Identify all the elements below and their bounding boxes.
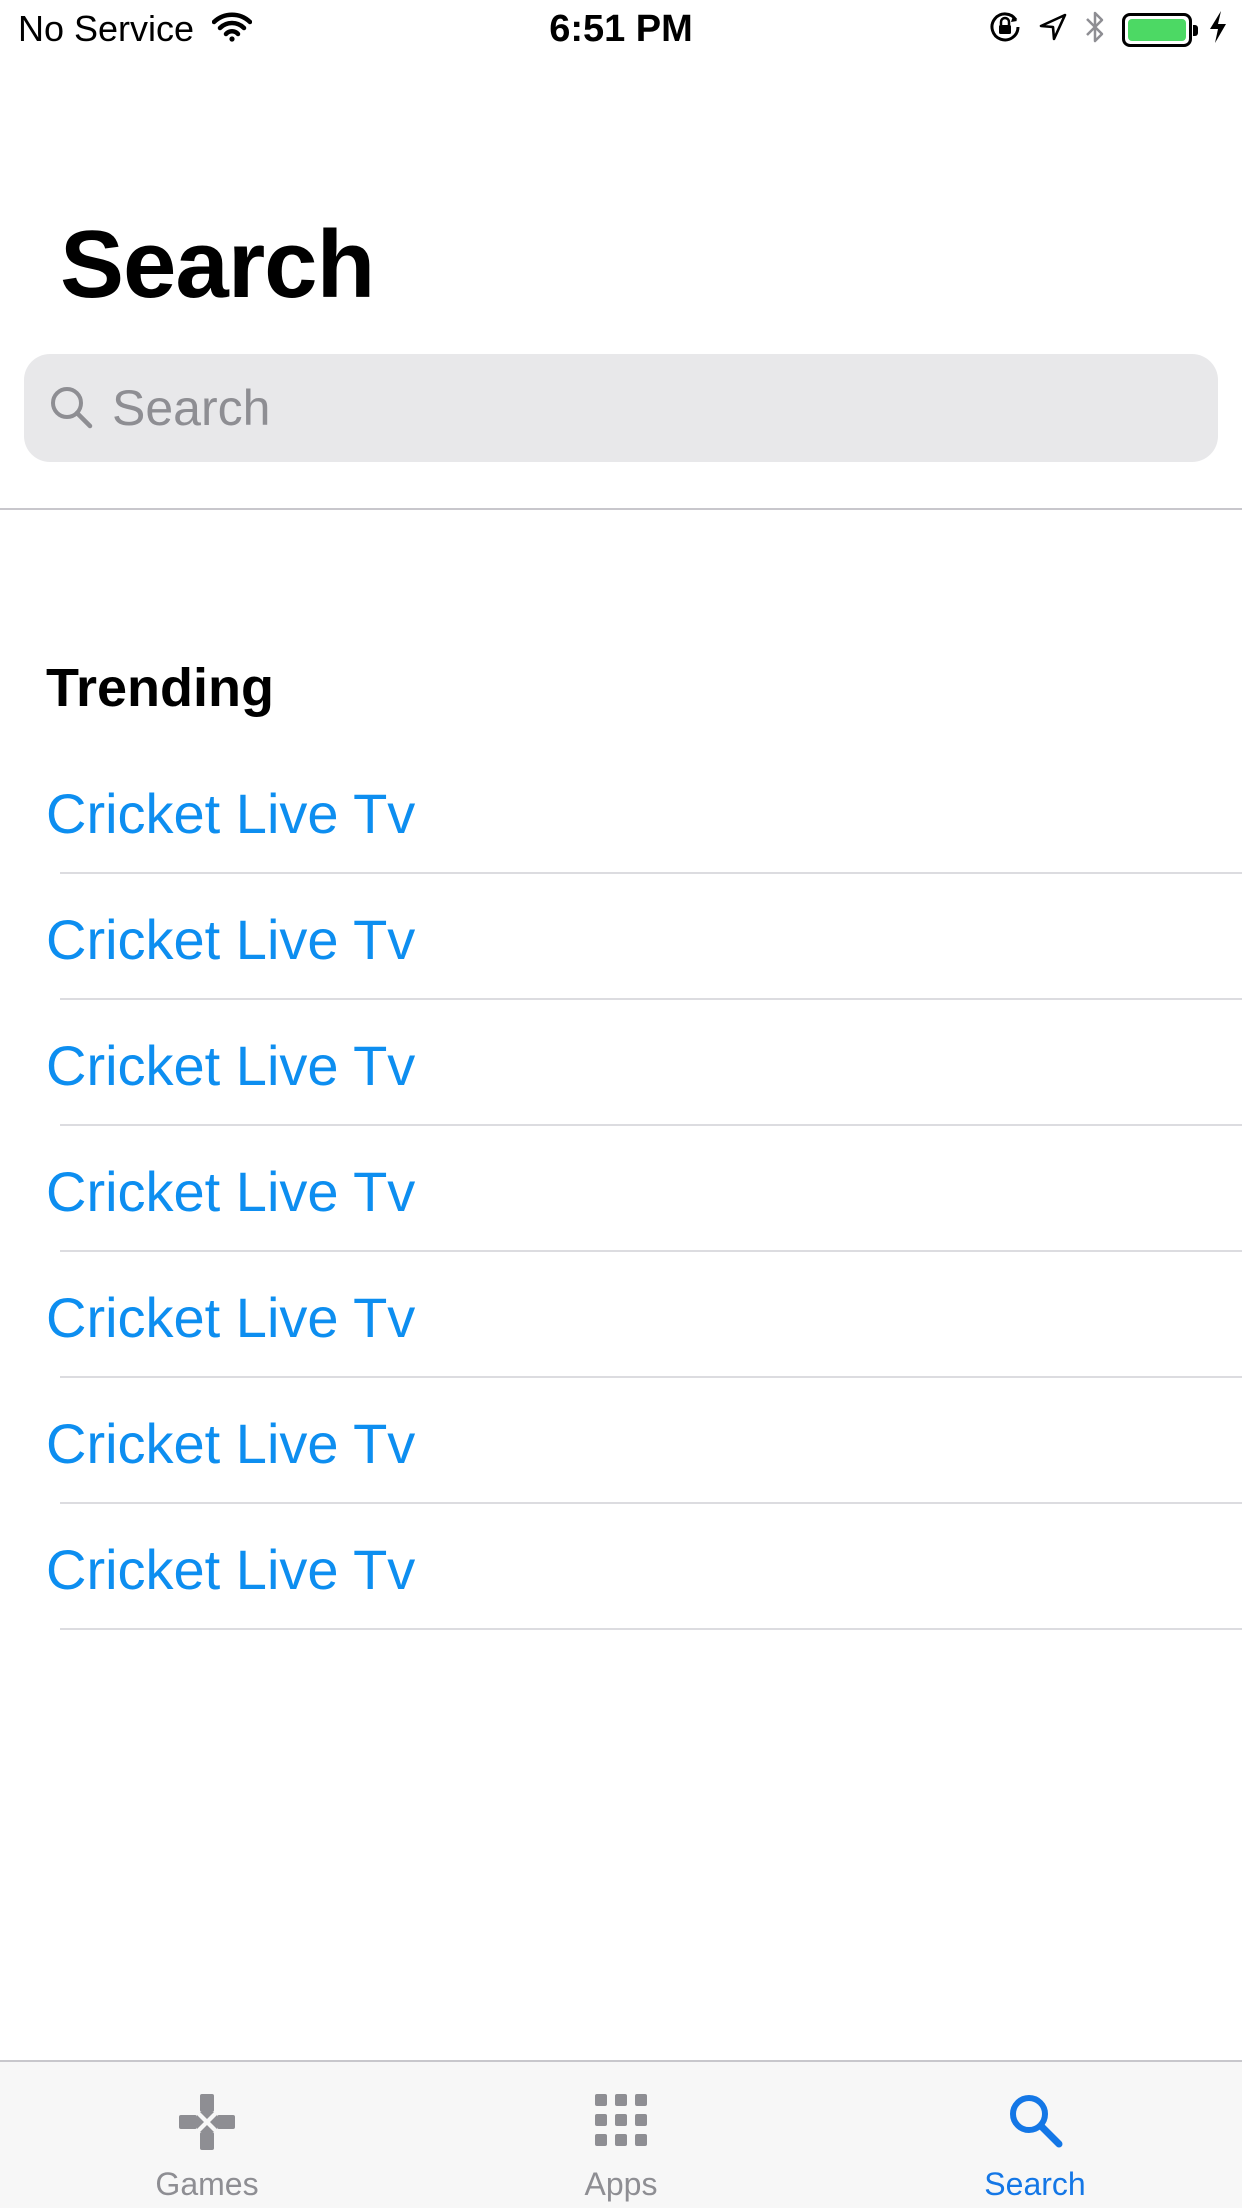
tab-apps-label: Apps — [584, 2166, 658, 2202]
gamepad-icon — [0, 2090, 414, 2154]
location-arrow-icon — [1038, 12, 1068, 47]
trending-item-label: Cricket Live Tv — [46, 1034, 416, 1097]
bluetooth-icon — [1084, 10, 1106, 49]
page-title: Search — [60, 211, 375, 318]
trending-item-label: Cricket Live Tv — [46, 1538, 416, 1601]
trending-item[interactable]: Cricket Live Tv — [0, 1126, 1242, 1252]
trending-item[interactable]: Cricket Live Tv — [0, 1504, 1242, 1630]
tab-games[interactable]: Games — [0, 2062, 414, 2210]
search-icon — [828, 2090, 1242, 2154]
trending-item-label: Cricket Live Tv — [46, 1412, 416, 1475]
tab-search[interactable]: Search — [828, 2062, 1242, 2210]
tab-games-label: Games — [155, 2166, 259, 2202]
charging-bolt-icon — [1208, 10, 1228, 49]
search-icon — [48, 384, 96, 437]
search-bar[interactable] — [24, 354, 1218, 462]
trending-item[interactable]: Cricket Live Tv — [0, 1252, 1242, 1378]
tab-bar: Games Apps Search — [0, 2060, 1242, 2208]
apps-grid-icon — [414, 2090, 828, 2154]
trending-title: Trending — [46, 658, 274, 718]
battery-level — [1128, 18, 1186, 41]
status-bar: No Service 6:51 PM — [0, 0, 1242, 62]
trending-item-label: Cricket Live Tv — [46, 1286, 416, 1349]
trending-item-label: Cricket Live Tv — [46, 782, 416, 845]
search-input[interactable] — [112, 372, 1192, 444]
trending-item[interactable]: Cricket Live Tv — [0, 1000, 1242, 1126]
status-right — [988, 10, 1228, 49]
trending-item[interactable]: Cricket Live Tv — [0, 748, 1242, 874]
battery-icon — [1122, 12, 1198, 47]
orientation-lock-icon — [988, 10, 1022, 49]
trending-item[interactable]: Cricket Live Tv — [0, 1378, 1242, 1504]
row-separator — [60, 1628, 1242, 1630]
trending-item-label: Cricket Live Tv — [46, 1160, 416, 1223]
trending-list: Cricket Live Tv Cricket Live Tv Cricket Li… — [0, 748, 1242, 1630]
trending-item[interactable]: Cricket Live Tv — [0, 874, 1242, 1000]
tab-apps[interactable]: Apps — [414, 2062, 828, 2210]
tab-search-label: Search — [984, 2166, 1086, 2202]
trending-item-label: Cricket Live Tv — [46, 908, 416, 971]
header-divider — [0, 508, 1242, 510]
